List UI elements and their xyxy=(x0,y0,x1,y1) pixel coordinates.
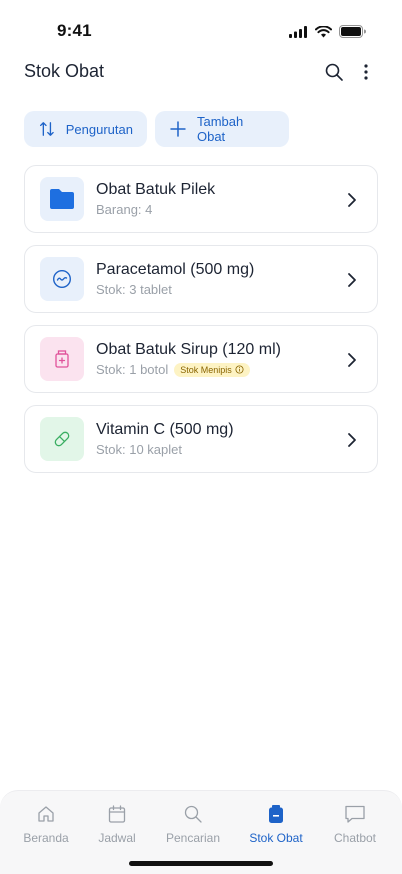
tab-stok-obat[interactable]: Stok Obat xyxy=(243,803,309,845)
signal-icon xyxy=(289,25,308,43)
chevron-right-icon xyxy=(345,270,359,290)
battery-icon xyxy=(339,25,366,43)
add-medicine-button[interactable]: Tambah Obat xyxy=(155,111,289,147)
item-subtitle: Stok: 1 botol xyxy=(96,362,169,377)
list-item[interactable]: Obat Batuk Pilek Barang: 4 xyxy=(24,165,378,233)
add-medicine-label: Tambah Obat xyxy=(196,114,244,144)
sort-icon xyxy=(39,122,54,136)
item-thumbnail xyxy=(40,337,84,381)
tab-chatbot[interactable]: Chatbot xyxy=(322,803,388,845)
search-button[interactable] xyxy=(322,60,346,84)
more-vertical-icon xyxy=(364,64,368,80)
item-subtitle-row: Barang: 4 xyxy=(96,202,152,217)
item-thumbnail xyxy=(40,257,84,301)
search-icon xyxy=(325,63,343,81)
item-subtitle-row: Stok: 1 botol Stok Menipis xyxy=(96,362,250,377)
item-subtitle: Barang: 4 xyxy=(96,202,153,217)
calendar-icon xyxy=(106,803,128,825)
item-subtitle-row: Stok: 3 tablet xyxy=(96,282,172,297)
chevron-right-icon xyxy=(345,190,359,210)
status-bar: 9:41 xyxy=(0,0,402,54)
chat-icon xyxy=(344,803,366,825)
tab-jadwal[interactable]: Jadwal xyxy=(84,803,150,845)
item-subtitle: Stok: 3 tablet xyxy=(96,282,172,297)
sort-button[interactable]: Pengurutan xyxy=(24,111,147,147)
home-icon xyxy=(35,803,57,825)
search-icon xyxy=(182,803,204,825)
home-indicator xyxy=(129,861,273,866)
tab-label: Pencarian xyxy=(165,831,221,845)
list-item[interactable]: Vitamin C (500 mg) Stok: 10 kaplet xyxy=(24,405,378,473)
tab-label: Stok Obat xyxy=(249,831,303,845)
list-item[interactable]: Paracetamol (500 mg) Stok: 3 tablet xyxy=(24,245,378,313)
wifi-icon xyxy=(315,25,332,43)
page-title: Stok Obat xyxy=(24,61,105,81)
item-title: Obat Batuk Sirup (120 ml) xyxy=(96,341,281,358)
tab-beranda[interactable]: Beranda xyxy=(13,803,79,845)
low-stock-badge: Stok Menipis xyxy=(174,362,250,377)
low-stock-label: Stok Menipis xyxy=(180,364,232,375)
folder-icon xyxy=(50,189,74,209)
app-header: Stok Obat xyxy=(0,54,402,90)
tab-label: Beranda xyxy=(23,831,69,845)
medicine-list: Obat Batuk Pilek Barang: 4 Paracetamol (… xyxy=(24,165,378,485)
chevron-right-icon xyxy=(345,430,359,450)
tab-label: Chatbot xyxy=(333,831,377,845)
more-options-button[interactable] xyxy=(354,60,378,84)
status-icons xyxy=(289,25,366,43)
item-subtitle: Stok: 10 kaplet xyxy=(96,442,182,457)
tab-label: Jadwal xyxy=(98,831,136,845)
status-time: 9:41 xyxy=(57,21,92,40)
item-thumbnail xyxy=(40,417,84,461)
list-item[interactable]: Obat Batuk Sirup (120 ml) Stok: 1 botol … xyxy=(24,325,378,393)
item-title: Obat Batuk Pilek xyxy=(96,181,216,198)
item-title: Paracetamol (500 mg) xyxy=(96,261,255,278)
action-row: Pengurutan Tambah Obat xyxy=(24,111,289,147)
chevron-right-icon xyxy=(345,350,359,370)
syrup-bottle-icon xyxy=(55,350,69,368)
item-subtitle-row: Stok: 10 kaplet xyxy=(96,442,182,457)
info-icon xyxy=(235,365,244,374)
item-thumbnail xyxy=(40,177,84,221)
sort-label: Pengurutan xyxy=(65,121,133,137)
capsule-icon xyxy=(54,431,70,447)
plus-icon xyxy=(170,121,186,137)
tab-pencarian[interactable]: Pencarian xyxy=(160,803,226,845)
item-title: Vitamin C (500 mg) xyxy=(96,421,234,438)
tablet-icon xyxy=(52,269,72,289)
medicine-box-icon xyxy=(265,803,287,825)
